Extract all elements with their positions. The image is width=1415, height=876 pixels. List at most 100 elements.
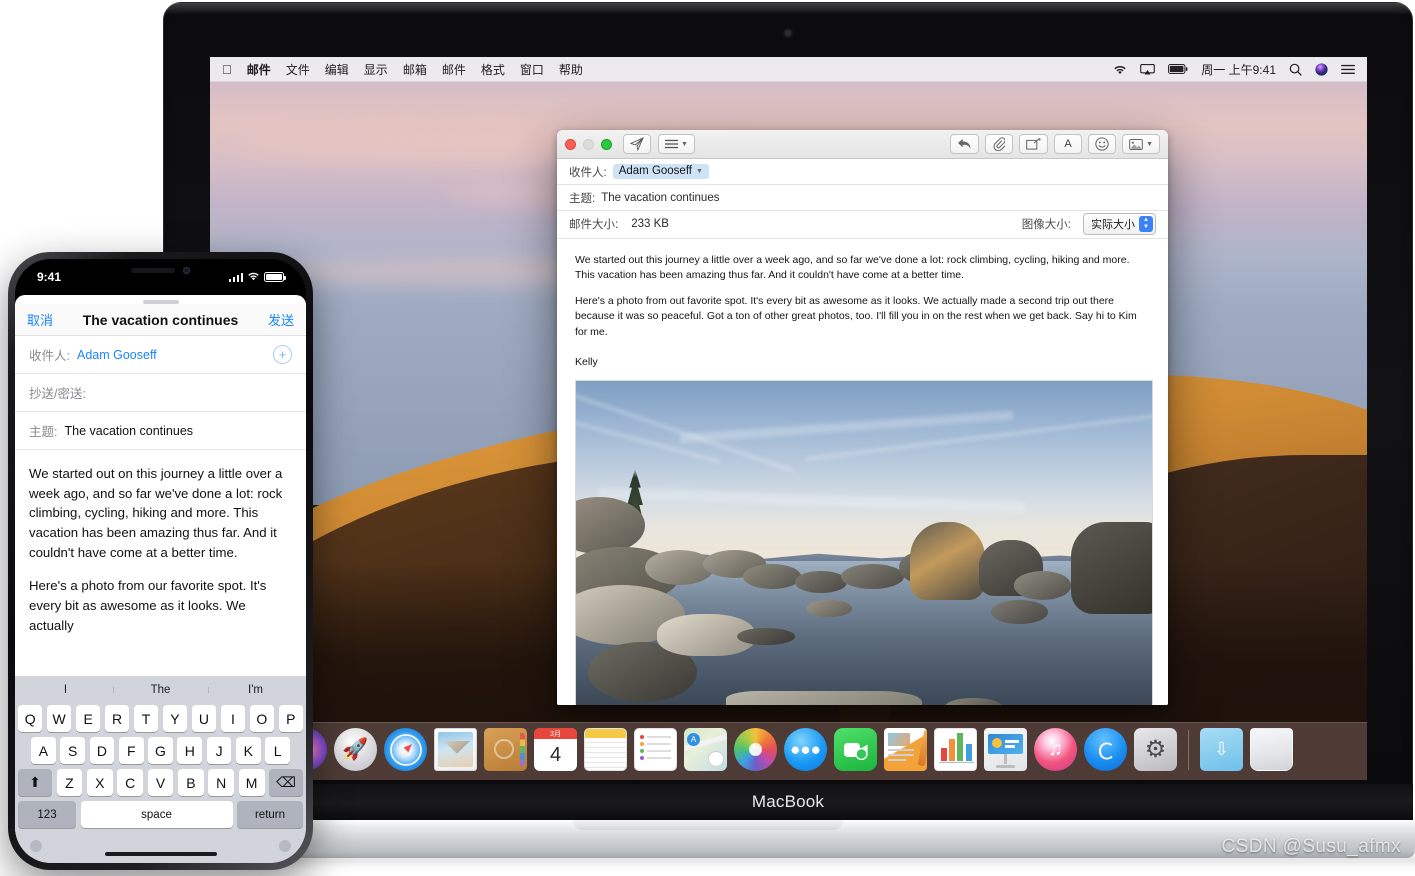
- key-t[interactable]: T: [133, 705, 159, 732]
- key-g[interactable]: G: [148, 737, 173, 764]
- dock-item-itunes[interactable]: ♫: [1034, 728, 1077, 771]
- key-q[interactable]: Q: [17, 705, 43, 732]
- dock-item-pages[interactable]: [884, 728, 927, 771]
- key-c[interactable]: C: [117, 769, 144, 796]
- apple-logo-icon[interactable]: : [222, 63, 232, 76]
- dock-item-numbers[interactable]: [934, 728, 977, 771]
- menu-item-message[interactable]: 邮件: [442, 61, 466, 78]
- dock-item-trash[interactable]: [1250, 728, 1293, 771]
- key-r[interactable]: R: [104, 705, 130, 732]
- dock-item-calendar[interactable]: 3月 4: [534, 728, 577, 771]
- prediction-3[interactable]: I'm: [208, 684, 303, 696]
- subject-field-row[interactable]: 主题: The vacation continues: [557, 185, 1168, 211]
- key-n[interactable]: N: [208, 769, 235, 796]
- dock-item-safari[interactable]: [384, 728, 427, 771]
- key-e[interactable]: E: [75, 705, 101, 732]
- key-k[interactable]: K: [235, 737, 261, 764]
- format-font-button[interactable]: A: [1054, 134, 1083, 154]
- reply-button[interactable]: [950, 134, 980, 154]
- attach-file-button[interactable]: [985, 134, 1014, 154]
- key-m[interactable]: M: [238, 769, 265, 796]
- shift-arrow-icon[interactable]: ⬆: [18, 769, 52, 796]
- menu-item-format[interactable]: 格式: [481, 61, 505, 78]
- key-w[interactable]: W: [46, 705, 72, 732]
- prediction-1[interactable]: I: [18, 684, 113, 696]
- lake-boulders-photo[interactable]: [575, 379, 1153, 705]
- menu-item-help[interactable]: 帮助: [559, 61, 583, 78]
- dock-item-downloads-folder[interactable]: ⇩: [1200, 728, 1243, 771]
- header-fields-button[interactable]: ▼: [658, 134, 695, 154]
- add-contact-plus-icon[interactable]: +: [273, 345, 292, 364]
- close-button[interactable]: [565, 138, 576, 150]
- iphone-cc-bcc-row[interactable]: 抄送/密送:: [15, 374, 306, 412]
- iphone-subject-row[interactable]: 主题: The vacation continues: [15, 412, 306, 450]
- image-size-dropdown[interactable]: 实际大小 ▲ ▼: [1083, 213, 1156, 236]
- maximize-button[interactable]: [601, 138, 612, 150]
- mail-body-editor[interactable]: We started out this journey a little ove…: [557, 238, 1168, 705]
- key-a[interactable]: A: [30, 737, 56, 764]
- key-s[interactable]: S: [60, 737, 86, 764]
- globe-keyboard-icon[interactable]: [30, 840, 42, 852]
- dock-item-mail[interactable]: [434, 728, 477, 771]
- siri-icon[interactable]: [1315, 62, 1328, 76]
- photo-browser-button[interactable]: ▼: [1122, 134, 1160, 154]
- stepper-arrows-icon[interactable]: ▲ ▼: [1139, 216, 1153, 233]
- menu-item-window[interactable]: 窗口: [520, 61, 544, 78]
- home-indicator[interactable]: [104, 852, 217, 856]
- dock-item-notes[interactable]: [584, 728, 627, 771]
- key-p[interactable]: P: [278, 705, 304, 732]
- key-j[interactable]: J: [206, 737, 232, 764]
- dock-item-launchpad[interactable]: 🚀: [334, 728, 377, 771]
- dock-item-contacts[interactable]: [484, 728, 527, 771]
- iphone-body-editor[interactable]: We started out on this journey a little …: [15, 450, 306, 676]
- space-key[interactable]: space: [80, 801, 233, 828]
- key-y[interactable]: Y: [162, 705, 188, 732]
- to-field-row[interactable]: 收件人: Adam Gooseff ▼: [557, 159, 1168, 185]
- key-d[interactable]: D: [89, 737, 115, 764]
- key-v[interactable]: V: [147, 769, 174, 796]
- key-i[interactable]: I: [220, 705, 246, 732]
- key-x[interactable]: X: [86, 769, 113, 796]
- return-key[interactable]: return: [237, 801, 303, 828]
- prediction-2[interactable]: The: [113, 684, 208, 696]
- key-z[interactable]: Z: [56, 769, 83, 796]
- menu-item-view[interactable]: 显示: [364, 61, 388, 78]
- emoji-button[interactable]: [1088, 134, 1117, 154]
- key-u[interactable]: U: [191, 705, 217, 732]
- microphone-dictation-icon[interactable]: [279, 840, 291, 852]
- markup-button[interactable]: [1019, 134, 1049, 154]
- menu-item-mailbox[interactable]: 邮箱: [403, 61, 427, 78]
- recipient-token[interactable]: Adam Gooseff ▼: [612, 164, 709, 179]
- dock-item-photos[interactable]: [734, 728, 777, 771]
- dock-item-reminders[interactable]: [634, 728, 677, 771]
- spotlight-search-icon[interactable]: [1289, 63, 1302, 76]
- send-button[interactable]: 发送: [268, 310, 294, 329]
- airplay-icon[interactable]: [1140, 63, 1156, 75]
- key-o[interactable]: O: [249, 705, 275, 732]
- keyboard-predictive-bar: I The I'm: [18, 679, 303, 700]
- notification-center-icon[interactable]: [1341, 64, 1355, 75]
- key-b[interactable]: B: [177, 769, 204, 796]
- dock-item-system-preferences[interactable]: ⚙: [1134, 728, 1177, 771]
- battery-icon[interactable]: [1168, 64, 1188, 74]
- chevron-down-icon[interactable]: ▼: [696, 168, 703, 175]
- iphone-to-row[interactable]: 收件人: Adam Gooseff +: [15, 336, 306, 374]
- delete-backspace-icon[interactable]: ⌫: [269, 769, 304, 796]
- dock-item-maps[interactable]: A: [684, 728, 727, 771]
- key-h[interactable]: H: [177, 737, 203, 764]
- cancel-button[interactable]: 取消: [27, 310, 53, 329]
- dock-item-facetime[interactable]: [834, 728, 877, 771]
- minimize-button[interactable]: [583, 138, 594, 150]
- menu-item-mail-app[interactable]: 邮件: [247, 61, 271, 78]
- send-button[interactable]: [623, 134, 651, 154]
- menu-item-edit[interactable]: 编辑: [325, 61, 349, 78]
- menu-item-file[interactable]: 文件: [286, 61, 310, 78]
- dock-item-messages[interactable]: ●●●: [784, 728, 827, 771]
- dock-item-app-store[interactable]: Ｃ: [1084, 728, 1127, 771]
- key-f[interactable]: F: [118, 737, 144, 764]
- dock-item-keynote[interactable]: [984, 728, 1027, 771]
- numeric-keyboard-button[interactable]: 123: [18, 801, 76, 828]
- key-l[interactable]: L: [265, 737, 291, 764]
- menu-bar-clock[interactable]: 周一 上午9:41: [1201, 61, 1276, 78]
- wifi-icon[interactable]: [1113, 64, 1127, 75]
